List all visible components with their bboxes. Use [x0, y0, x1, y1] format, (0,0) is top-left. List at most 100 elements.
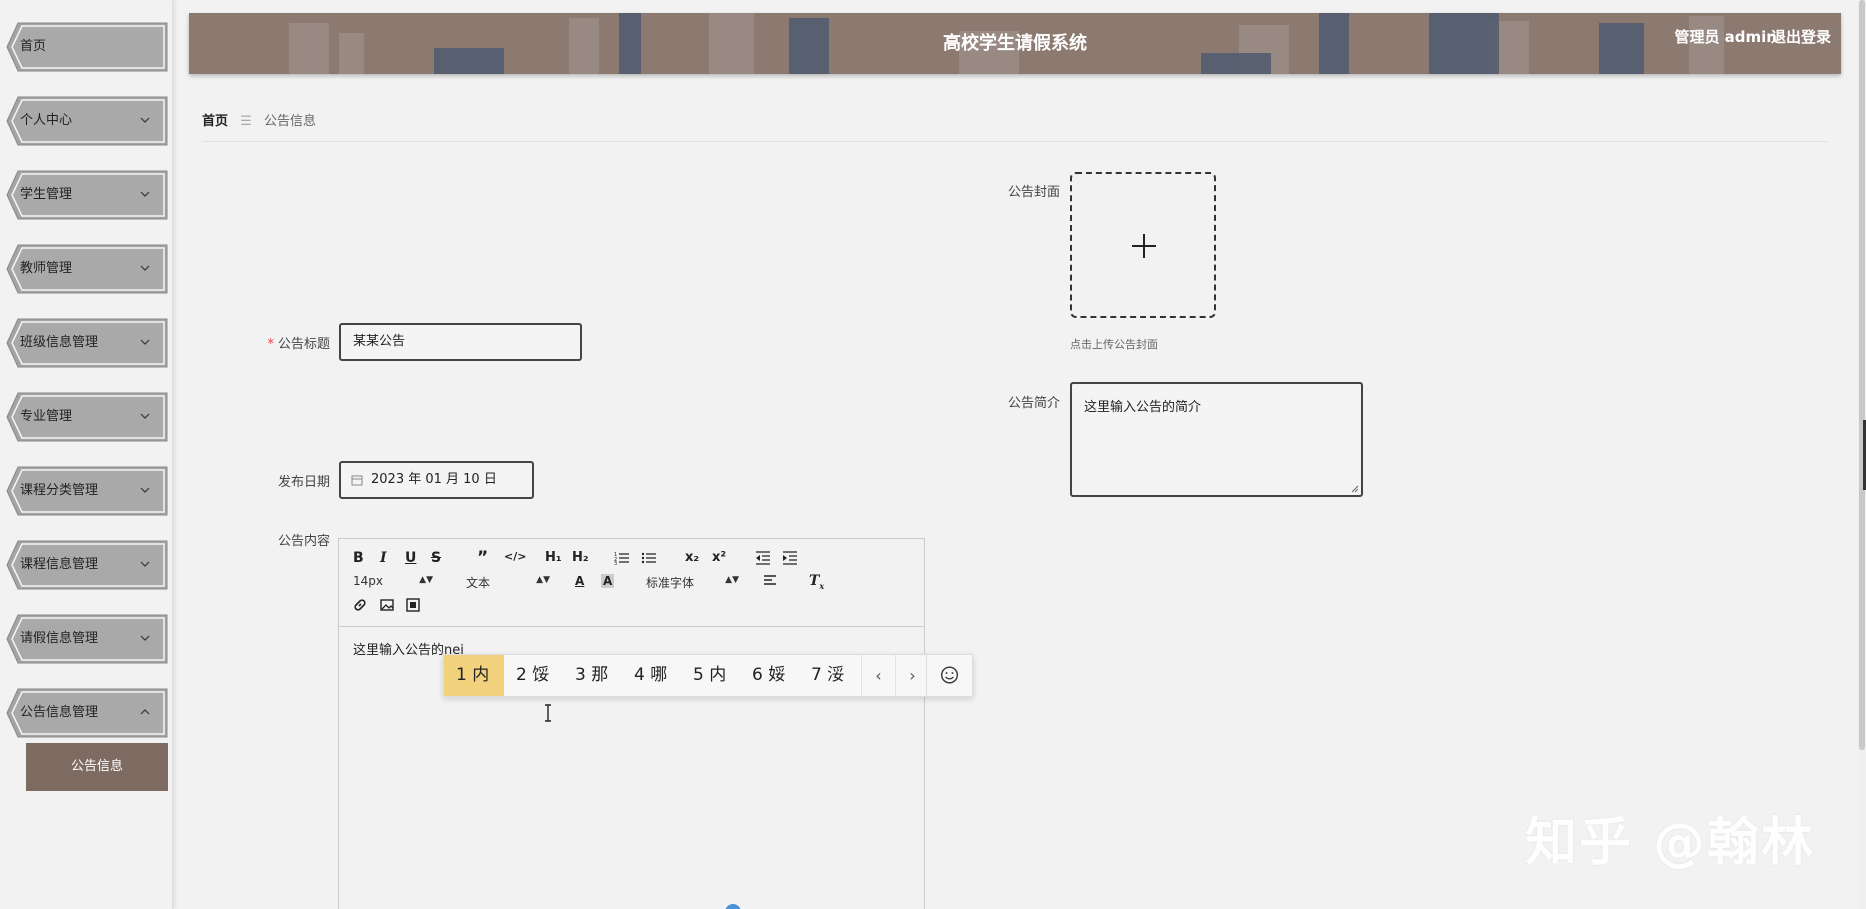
sidebar-item-label: 请假信息管理: [20, 631, 99, 646]
text-cursor-icon: [545, 704, 551, 722]
video-icon[interactable]: [406, 598, 420, 612]
breadcrumb-home[interactable]: 首页: [202, 114, 228, 129]
font-color-icon[interactable]: A: [575, 574, 584, 588]
resize-handle-icon[interactable]: [1351, 485, 1359, 493]
sidebar-item[interactable]: 公告信息管理: [6, 688, 168, 738]
content-label: 公告内容: [277, 534, 330, 549]
clear-format-icon[interactable]: Tx: [809, 573, 824, 591]
chevron-down-icon: [140, 265, 150, 271]
sidebar-item[interactable]: 学生管理: [6, 170, 168, 220]
ime-candidate[interactable]: 3 那: [563, 655, 620, 696]
ime-candidate-bar: 1 内 2 馁 3 那 4 哪 5 内 6 娞 7 浽 ‹ ›: [443, 654, 973, 697]
editor-text: 这里输入公告的: [353, 643, 445, 658]
ime-candidate[interactable]: 7 浽: [799, 655, 856, 696]
sidebar-item-label: 班级信息管理: [20, 335, 99, 350]
chevron-down-icon: [140, 413, 150, 419]
breadcrumb-separator: ☰: [240, 114, 252, 129]
align-icon[interactable]: [763, 575, 777, 587]
sidebar-item-label: 学生管理: [20, 187, 73, 202]
subscript-button[interactable]: x₂: [685, 550, 699, 565]
ime-candidate[interactable]: 1 内: [444, 655, 504, 696]
chevron-down-icon: [140, 191, 150, 197]
ime-next-page-icon[interactable]: ›: [895, 655, 929, 696]
chevron-down-icon: [140, 561, 150, 567]
select-arrow-icon: ▲▼: [536, 575, 550, 585]
sidebar-item[interactable]: 首页: [6, 22, 168, 72]
paragraph-value: 文本: [466, 576, 491, 590]
chevron-up-icon: [140, 709, 150, 715]
sidebar-item[interactable]: 教师管理: [6, 244, 168, 294]
date-value: 2023 年 01 月 10 日: [371, 472, 497, 487]
code-block-icon[interactable]: </>: [504, 550, 526, 563]
summary-text: 这里输入公告的简介: [1084, 400, 1202, 415]
chevron-down-icon: [140, 487, 150, 493]
heading2-button[interactable]: H₂: [572, 550, 589, 565]
ime-prev-page-icon[interactable]: ‹: [861, 655, 895, 696]
underline-button[interactable]: U: [405, 550, 416, 566]
breadcrumb-current: 公告信息: [263, 114, 316, 129]
watermark-text: 知乎 @翰林: [1525, 813, 1816, 873]
system-title: 高校学生请假系统: [943, 33, 1087, 54]
superscript-button[interactable]: x²: [712, 550, 726, 565]
sidebar-item-label: 课程信息管理: [20, 557, 99, 572]
ime-candidate[interactable]: 4 哪: [622, 655, 679, 696]
chevron-down-icon: [140, 117, 150, 123]
rich-text-editor: B I U S ” </> H₁ H₂ 123 x₂ x² 14px ▲▼ 文本 ▲…: [338, 538, 925, 909]
admin-user-label: 管理员 admin: [1674, 28, 1777, 46]
font-size-select[interactable]: 14px ▲▼: [353, 574, 433, 588]
summary-label: 公告简介: [1007, 396, 1060, 411]
sidebar-item-label: 公告信息管理: [20, 705, 99, 720]
editor-toolbar: B I U S ” </> H₁ H₂ 123 x₂ x² 14px ▲▼ 文本 ▲…: [339, 539, 924, 627]
header-banner: 高校学生请假系统 管理员 admin 退出登录: [189, 13, 1841, 74]
sidebar-subitem-notice-info[interactable]: 公告信息: [26, 743, 168, 791]
sidebar-item[interactable]: 课程信息管理: [6, 540, 168, 590]
sidebar-item[interactable]: 专业管理: [6, 392, 168, 442]
required-asterisk: *: [267, 337, 274, 352]
date-label: 发布日期: [277, 475, 330, 490]
sidebar-item[interactable]: 个人中心: [6, 96, 168, 146]
emoji-icon[interactable]: [926, 655, 972, 696]
summary-textarea[interactable]: 这里输入公告的简介: [1070, 382, 1363, 497]
link-icon[interactable]: [353, 598, 367, 612]
cover-label: 公告封面: [1007, 185, 1060, 200]
sidebar-item-label: 个人中心: [20, 113, 73, 128]
title-label-text: 公告标题: [277, 337, 330, 352]
ime-candidate[interactable]: 5 内: [681, 655, 738, 696]
sidebar-item[interactable]: 班级信息管理: [6, 318, 168, 368]
logout-button[interactable]: 退出登录: [1771, 13, 1831, 61]
title-label: * 公告标题: [250, 333, 330, 352]
image-icon[interactable]: [380, 598, 394, 612]
strikethrough-button[interactable]: S: [431, 550, 441, 566]
date-picker-input[interactable]: 2023 年 01 月 10 日: [339, 461, 534, 499]
sidebar-item[interactable]: 请假信息管理: [6, 614, 168, 664]
bullet-list-icon[interactable]: [641, 551, 657, 565]
quote-icon[interactable]: ”: [477, 548, 488, 568]
bold-button[interactable]: B: [353, 550, 364, 566]
scrollbar-thumb[interactable]: [1859, 0, 1865, 750]
font-family-select[interactable]: 标准字体 ▲▼: [646, 574, 739, 591]
sidebar: 首页个人中心学生管理教师管理班级信息管理专业管理课程分类管理 课程信息管理 请假信息…: [0, 0, 173, 909]
sidebar-item-label: 课程分类管理: [20, 483, 99, 498]
title-input[interactable]: 某某公告: [339, 323, 582, 361]
cover-upload-area[interactable]: [1070, 172, 1216, 318]
plus-icon-vertical: [1143, 234, 1145, 258]
ordered-list-icon[interactable]: 123: [614, 551, 630, 565]
italic-button[interactable]: I: [380, 550, 387, 566]
select-arrow-icon: ▲▼: [725, 575, 739, 585]
ime-candidate[interactable]: 2 馁: [504, 655, 561, 696]
cover-upload-hint: 点击上传公告封面: [1070, 338, 1158, 351]
ime-candidate[interactable]: 6 娞: [740, 655, 797, 696]
svg-text:3: 3: [614, 561, 617, 565]
chevron-down-icon: [140, 339, 150, 345]
font-size-value: 14px: [353, 574, 383, 588]
select-arrow-icon: ▲▼: [419, 575, 433, 585]
breadcrumb: 首页 ☰ 公告信息: [202, 110, 316, 129]
background-color-icon[interactable]: A: [601, 574, 615, 588]
sidebar-item-label: 首页: [20, 39, 47, 54]
paragraph-select[interactable]: 文本 ▲▼: [466, 574, 550, 591]
indent-icon[interactable]: [782, 551, 798, 565]
outdent-icon[interactable]: [755, 551, 771, 565]
heading1-button[interactable]: H₁: [545, 550, 562, 565]
sidebar-item[interactable]: 课程分类管理: [6, 466, 168, 516]
sidebar-item-label: 教师管理: [20, 261, 73, 276]
